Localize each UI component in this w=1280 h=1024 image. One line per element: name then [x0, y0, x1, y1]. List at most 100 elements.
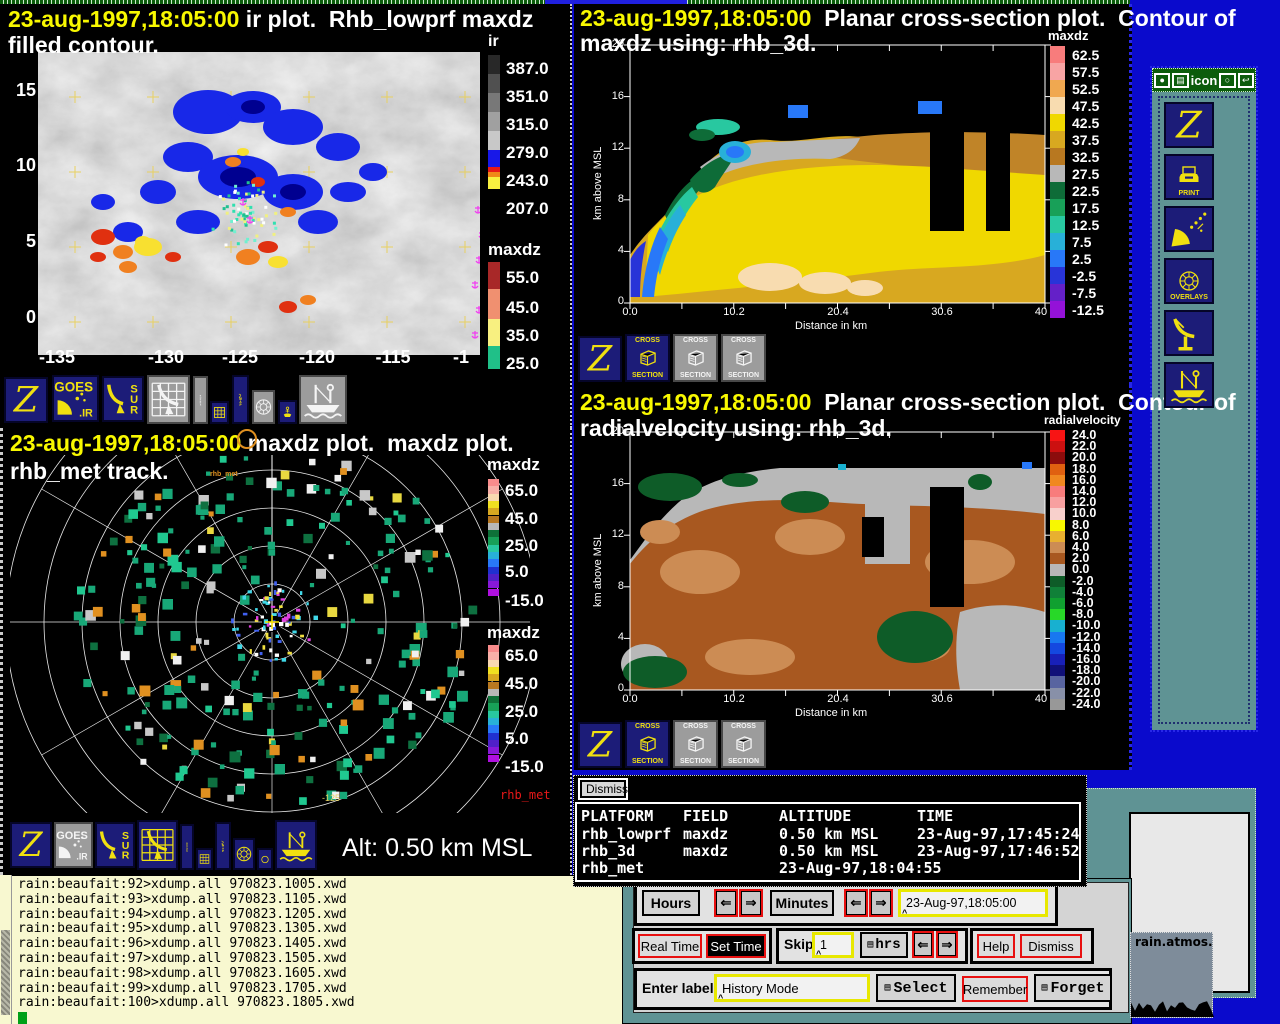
bounds-button[interactable]: BOUNDS: [193, 376, 208, 424]
satellite-button[interactable]: [1164, 206, 1214, 252]
terminal-line: rain:beaufait:95>xdump.all 970823.1305.x…: [18, 922, 355, 937]
colorbar-title: ir: [488, 33, 499, 51]
cross-section-button[interactable]: CROSSSECTION: [625, 334, 670, 382]
window-iconify-icon[interactable]: ↩: [1238, 73, 1254, 88]
minutes-back-button[interactable]: ⇐: [844, 889, 868, 917]
terminal-scrollbar-thumb[interactable]: [1, 930, 10, 1015]
zeb-button[interactable]: Z: [10, 822, 52, 868]
window-menu-icon[interactable]: ▤: [1172, 73, 1188, 88]
forget-button[interactable]: ▤Forget: [1034, 974, 1112, 1002]
zeb-logo-button[interactable]: Z: [578, 722, 622, 768]
cross-section-button[interactable]: CROSSSECTION: [721, 334, 766, 382]
ship-button[interactable]: [275, 820, 317, 870]
label-field[interactable]: History Mode: [714, 974, 870, 1002]
colorbar-segment: [1050, 165, 1065, 182]
hours-back-button[interactable]: ⇐: [714, 889, 738, 917]
colorbar-segment: [1050, 632, 1065, 643]
grid-button[interactable]: [196, 848, 213, 870]
ship-button[interactable]: [299, 375, 347, 424]
gridradar-button[interactable]: [147, 375, 190, 424]
remember-button[interactable]: Remember: [962, 976, 1028, 1002]
window-dot-button-icon[interactable]: ○: [1219, 73, 1235, 88]
cross-section-button[interactable]: CROSSSECTION: [673, 720, 718, 768]
colorbar-segment: [1050, 63, 1065, 80]
platform-table: PLATFORMFIELDALTITUDETIMErhb_lowprfmaxdz…: [575, 802, 1081, 882]
colorbar-label: 65.0: [505, 646, 538, 666]
colorbar-segment: [1050, 676, 1065, 687]
terminal-line: rain:beaufait:99>xdump.all 970823.1705.x…: [18, 982, 355, 997]
colorbar-label: 243.0: [506, 171, 549, 191]
xs2-contour-plot[interactable]: [620, 425, 1056, 701]
minutes-forward-button[interactable]: ⇒: [869, 889, 893, 917]
xload-label: rain.atmos.: [1131, 933, 1212, 949]
sur-button[interactable]: SUR: [102, 376, 144, 422]
colorbar-label: 351.0: [506, 87, 549, 107]
bounds-button[interactable]: BOUNDS: [180, 824, 194, 870]
colorbar-label: 315.0: [506, 115, 549, 135]
skip-units-button[interactable]: ▤hrs: [860, 932, 908, 958]
skip-back-button[interactable]: ⇐: [912, 931, 934, 958]
skip-forward-button[interactable]: ⇒: [936, 931, 958, 958]
axis-tick-label: 20.4: [827, 693, 848, 705]
svg-text:S: S: [186, 851, 188, 853]
circle-button[interactable]: [257, 848, 273, 870]
map-icon: MAP: [217, 824, 229, 868]
sur-button[interactable]: SUR: [95, 822, 135, 868]
set-time-button[interactable]: Set Time: [706, 934, 766, 958]
cross-section-button[interactable]: CROSSSECTION: [625, 720, 670, 768]
gridradar-button[interactable]: [137, 820, 178, 870]
timectl-dismiss-button[interactable]: Dismiss: [1020, 934, 1082, 958]
real-time-button[interactable]: Real Time: [638, 934, 702, 958]
radar-altitude-label: Alt: 0.50 km MSL: [342, 834, 532, 863]
window-menu-circle-icon[interactable]: ●: [1154, 73, 1170, 88]
radar-ppi-plot[interactable]: [10, 455, 530, 813]
icon-window-titlebar[interactable]: ● ▤ icon ○ ↩: [1152, 68, 1256, 92]
cross-section-button[interactable]: CROSSSECTION: [721, 720, 766, 768]
zeb-icon: Z: [6, 379, 46, 421]
colorbar-segment: [488, 319, 500, 346]
radarant-button[interactable]: [1164, 310, 1214, 356]
radar-title-text: maxdz plot. maxdz plot.: [241, 430, 513, 456]
axis-tick-label: 0.0: [622, 306, 637, 318]
web-button[interactable]: [233, 838, 255, 870]
axis-tick-label: 40: [1035, 693, 1047, 705]
cross-icon: [723, 731, 764, 757]
ship-button[interactable]: [1164, 362, 1214, 408]
goes-button[interactable]: GOES.IR: [54, 822, 93, 868]
svg-text:S: S: [200, 405, 202, 407]
radar-title-time: 23-aug-1997,18:05:00: [10, 430, 241, 456]
map-button[interactable]: MAP: [215, 822, 231, 870]
zeb-button[interactable]: Z: [4, 377, 48, 423]
select-button[interactable]: ▤Select: [876, 974, 956, 1002]
zeb-button[interactable]: Z: [1164, 102, 1214, 148]
map-button[interactable]: MAP: [232, 375, 249, 424]
print-button[interactable]: PRINT: [1164, 154, 1214, 200]
colorbar-segment: [1050, 464, 1065, 475]
colorbar-title: maxdz: [487, 455, 540, 475]
label-field-caret: ^: [718, 993, 723, 1003]
axis-tick-label: 4: [600, 631, 624, 643]
colorbar-segment: [488, 545, 499, 552]
colorbar-segment: [1050, 643, 1065, 654]
buoy-button[interactable]: [278, 400, 297, 424]
hours-button[interactable]: Hours: [642, 890, 700, 916]
time-field[interactable]: 23-Aug-97,18:05:00: [898, 889, 1048, 917]
zeb-logo-button[interactable]: Z: [578, 336, 622, 382]
ir-satellite-plot[interactable]: [38, 52, 480, 355]
hours-forward-button[interactable]: ⇒: [739, 889, 763, 917]
colorbar-segment: [488, 131, 500, 150]
cross-section-button[interactable]: CROSSSECTION: [673, 334, 718, 382]
web-button[interactable]: OVERLAYS: [1164, 258, 1214, 304]
colorbar-segment: [1050, 553, 1065, 564]
goes-button[interactable]: GOES.IR: [52, 375, 99, 422]
colorbar-title: maxdz: [487, 623, 540, 643]
grid-button[interactable]: [210, 401, 229, 424]
colorbar-segment: [488, 74, 500, 93]
minutes-button[interactable]: Minutes: [770, 890, 834, 916]
xs1-contour-plot[interactable]: [620, 38, 1056, 314]
help-button[interactable]: Help: [977, 934, 1015, 958]
web-button[interactable]: [252, 390, 275, 424]
colorbar-segment: [488, 479, 499, 486]
colorbar-segment: [1050, 199, 1065, 216]
dialog-dismiss-button[interactable]: Dismiss: [578, 778, 628, 800]
